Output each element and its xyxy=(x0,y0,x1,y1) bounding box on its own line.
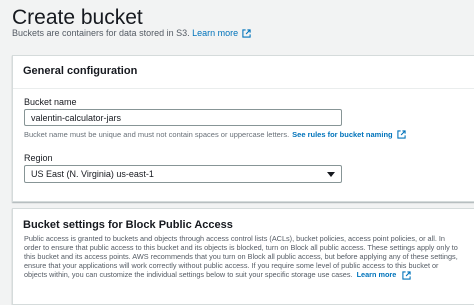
page-title: Create bucket xyxy=(12,6,143,29)
naming-rules-link[interactable]: See rules for bucket naming xyxy=(292,130,392,139)
block-public-access-panel: Bucket settings for Block Public Access … xyxy=(12,208,474,305)
external-link-icon[interactable] xyxy=(242,28,251,38)
bucket-name-input[interactable] xyxy=(24,109,342,126)
divider xyxy=(13,88,474,89)
page-subtitle: Buckets are containers for data stored i… xyxy=(12,28,251,38)
hint-text: Bucket name must be unique and must not … xyxy=(24,130,290,139)
block-public-access-description: Public access is granted to buckets and … xyxy=(24,234,458,280)
panel-title: General configuration xyxy=(23,65,138,77)
external-link-icon[interactable] xyxy=(402,271,411,280)
external-link-icon[interactable] xyxy=(396,130,406,139)
bucket-name-label: Bucket name xyxy=(24,97,77,107)
caret-down-icon[interactable] xyxy=(327,172,335,177)
region-selected-value: US East (N. Virginia) us-east-1 xyxy=(31,169,154,179)
learn-more-link[interactable]: Learn more xyxy=(192,28,238,38)
subtitle-text: Buckets are containers for data stored i… xyxy=(12,28,190,38)
panel-title: Bucket settings for Block Public Access xyxy=(23,219,233,231)
region-label: Region xyxy=(24,153,53,163)
bucket-name-hint: Bucket name must be unique and must not … xyxy=(24,130,406,139)
general-configuration-panel: General configuration Bucket name Bucket… xyxy=(12,55,474,202)
region-select[interactable]: US East (N. Virginia) us-east-1 xyxy=(24,165,342,183)
learn-more-link[interactable]: Learn more xyxy=(357,270,397,279)
